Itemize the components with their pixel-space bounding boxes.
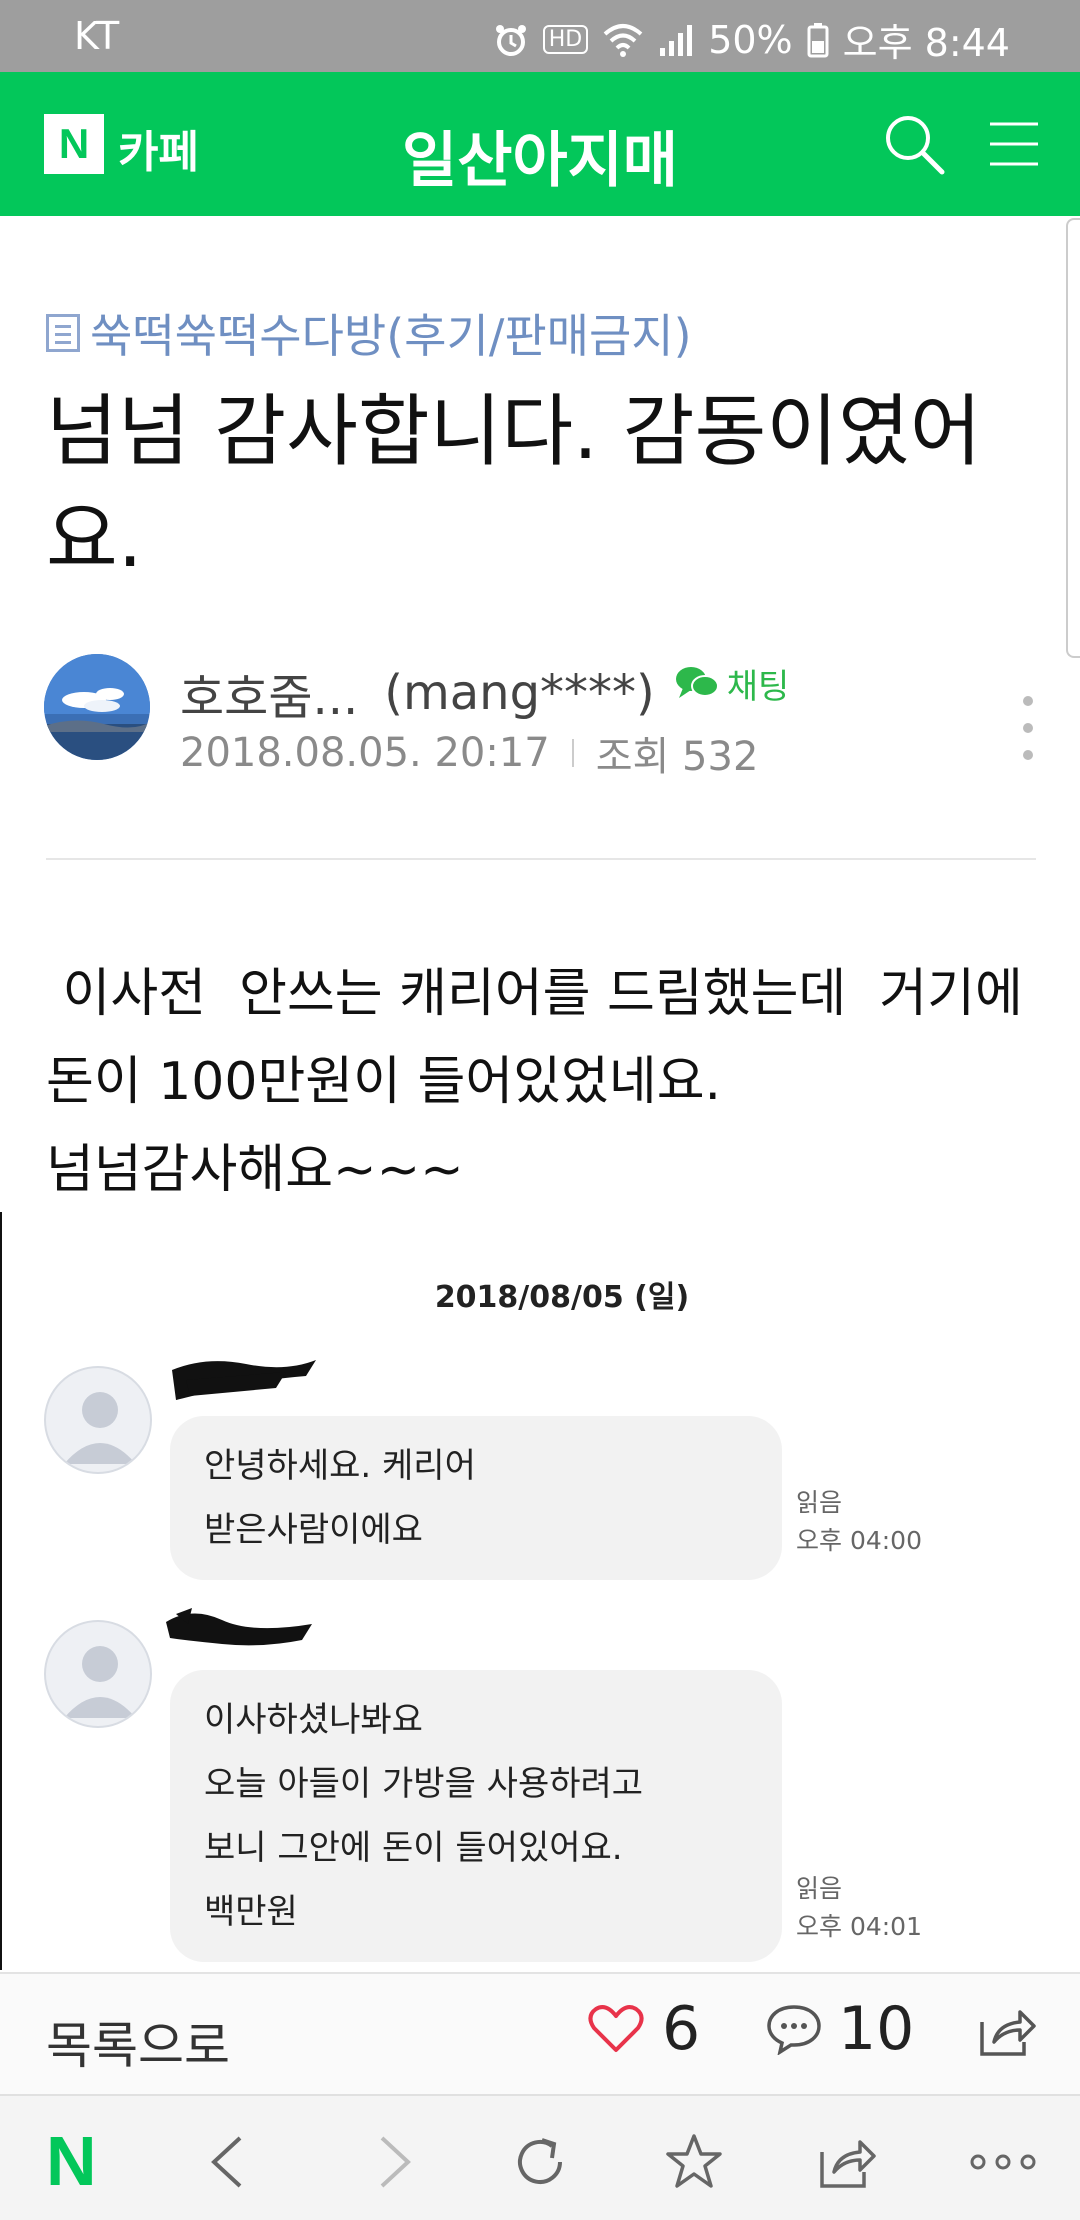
message-status: 읽음 오후 04:01 bbox=[796, 1870, 922, 1946]
chat-label: 채팅 bbox=[726, 666, 790, 707]
read-label: 읽음 bbox=[796, 1874, 843, 1903]
article-body: 이사전 안쓰는 캐리어를 드림했는데 거기에 돈이 100만원이 들어있었네요.… bbox=[46, 964, 1023, 1200]
chat-screenshot-image: 2018/08/05 (일) 안녕하세요. 케리어 받은사람이에요 읽음 오후 … bbox=[0, 1212, 1080, 1970]
post-date: 2018.08.05. 20:17 bbox=[180, 730, 550, 776]
message-time: 오후 04:01 bbox=[796, 1912, 922, 1941]
back-icon[interactable] bbox=[200, 2132, 260, 2192]
board-name: 쑥떡쑥떡수다방(후기/판매금지) bbox=[90, 309, 692, 363]
more-horizontal-icon[interactable] bbox=[968, 2132, 1038, 2192]
wifi-icon bbox=[603, 23, 643, 57]
board-list-icon bbox=[46, 314, 80, 352]
message-line: 받은사람이에요 bbox=[204, 1510, 423, 1550]
redacted-name-scribble bbox=[172, 1360, 316, 1400]
search-icon[interactable] bbox=[880, 110, 948, 178]
hd-badge: HD bbox=[542, 25, 589, 54]
message-line: 오늘 아들이 가방을 사용하려고 bbox=[204, 1764, 644, 1804]
message-bubble: 안녕하세요. 케리어 받은사람이에요 bbox=[170, 1416, 782, 1580]
read-label: 읽음 bbox=[796, 1488, 843, 1517]
article-action-bar: 목록으로 6 10 bbox=[0, 1972, 1080, 2094]
chat-date: 2018/08/05 (일) bbox=[434, 1280, 690, 1315]
status-bar: KT HD 50% 오후 8:44 bbox=[0, 0, 1080, 72]
cafe-header: N 카페 일산아지매 bbox=[0, 72, 1080, 216]
comment-count: 10 bbox=[838, 1994, 915, 2064]
message-line: 이사하셨나봐요 bbox=[204, 1700, 423, 1740]
comment-icon bbox=[767, 2005, 821, 2055]
like-button[interactable]: 6 bbox=[588, 1994, 700, 2064]
message-status: 읽음 오후 04:00 bbox=[796, 1484, 922, 1560]
bookmark-star-icon[interactable] bbox=[664, 2132, 724, 2192]
author-nickname[interactable]: 호호줌... bbox=[180, 658, 358, 728]
article-meta: 2018.08.05. 20:17 조회 532 bbox=[180, 724, 758, 782]
view-count: 조회 532 bbox=[595, 734, 759, 780]
article-title: 넘넘 감사합니다. 감동이였어요. bbox=[46, 387, 982, 585]
message-time: 오후 04:00 bbox=[796, 1526, 922, 1555]
clock: 오후 8:44 bbox=[842, 21, 1010, 65]
meta-separator bbox=[571, 739, 574, 767]
author-id: (mang****) bbox=[384, 665, 655, 721]
chat-bubble-icon bbox=[675, 667, 719, 698]
message-line: 보니 그안에 돈이 들어있어요. bbox=[204, 1828, 623, 1868]
redacted-name-scribble bbox=[166, 1608, 312, 1646]
sender-avatar bbox=[44, 1366, 152, 1474]
signal-icon bbox=[660, 24, 693, 56]
sender-avatar bbox=[44, 1620, 152, 1728]
chat-button[interactable]: 채팅 bbox=[675, 659, 790, 708]
battery-icon bbox=[807, 22, 829, 57]
header-divider bbox=[46, 858, 1036, 860]
share-page-icon[interactable] bbox=[816, 2132, 876, 2192]
back-to-list-button[interactable]: 목록으로 bbox=[46, 2006, 230, 2078]
like-count: 6 bbox=[662, 1994, 701, 2064]
share-icon[interactable] bbox=[976, 2004, 1036, 2060]
message-line: 안녕하세요. 케리어 bbox=[204, 1446, 476, 1486]
status-icons: HD 50% 오후 8:44 bbox=[493, 12, 1010, 67]
author-avatar[interactable] bbox=[44, 654, 150, 760]
heart-icon bbox=[588, 2005, 644, 2052]
author-line: 호호줌... (mang****) 채팅 bbox=[180, 658, 789, 728]
more-vertical-icon[interactable] bbox=[1018, 696, 1038, 760]
forward-icon[interactable] bbox=[362, 2132, 422, 2192]
comment-button[interactable]: 10 bbox=[766, 1994, 914, 2064]
refresh-icon[interactable] bbox=[510, 2132, 570, 2192]
browser-toolbar: N bbox=[0, 2094, 1080, 2220]
battery-percent: 50% bbox=[708, 17, 793, 62]
board-link[interactable]: 쑥떡쑥떡수다방(후기/판매금지) bbox=[46, 300, 692, 366]
scroll-edge bbox=[1066, 218, 1080, 658]
naver-home-button[interactable]: N bbox=[46, 2126, 97, 2196]
alarm-icon bbox=[495, 24, 526, 56]
carrier-label: KT bbox=[74, 14, 120, 58]
message-line: 백만원 bbox=[204, 1892, 298, 1932]
message-bubble: 이사하셨나봐요 오늘 아들이 가방을 사용하려고 보니 그안에 돈이 들어있어요… bbox=[170, 1670, 782, 1962]
menu-icon[interactable] bbox=[986, 116, 1042, 172]
